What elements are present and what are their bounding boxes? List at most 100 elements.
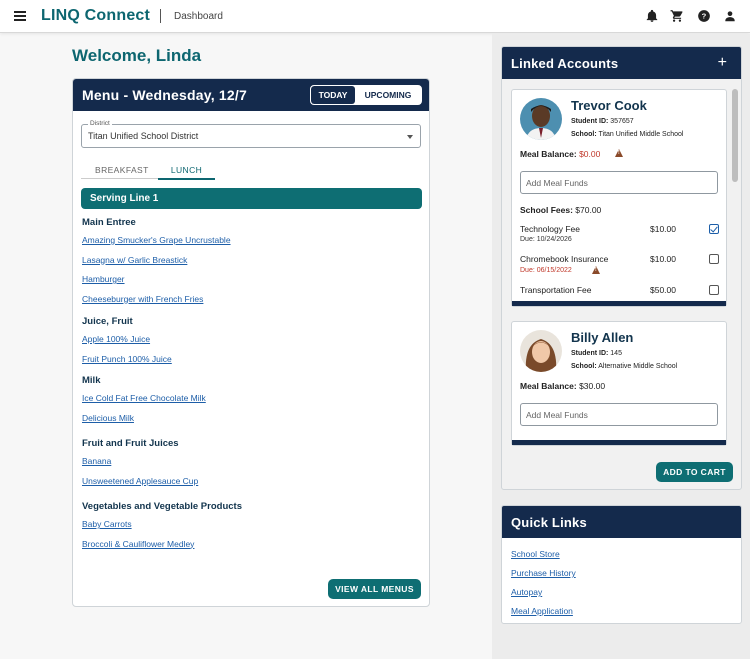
fee-amount: $50.00 <box>650 285 676 295</box>
add-account-icon[interactable]: + <box>718 54 727 72</box>
meal-balance-amount: $0.00 <box>579 149 601 159</box>
cart-icon[interactable] <box>670 9 684 23</box>
district-value: Titan Unified School District <box>88 131 199 141</box>
menu-item-link[interactable]: Cheeseburger with French Fries <box>82 294 203 304</box>
svg-text:?: ? <box>702 12 707 21</box>
quick-links-header: Quick Links <box>502 506 741 538</box>
add-meal-funds-field[interactable] <box>521 404 717 425</box>
add-to-cart-button[interactable]: ADD TO CART <box>656 462 733 482</box>
school-fees: School Fees: $70.00 <box>520 205 601 215</box>
fee-amount: $10.00 <box>650 254 676 264</box>
student-school-line: School: Alternative Middle School <box>571 363 677 370</box>
tab-breakfast[interactable]: BREAKFAST <box>95 165 149 175</box>
menu-item-link[interactable]: Lasagna w/ Garlic Breastick <box>82 255 187 265</box>
school-fees-label: School Fees: <box>520 205 573 215</box>
meal-balance-label: Meal Balance: <box>520 381 577 391</box>
toggle-today[interactable]: TODAY <box>311 86 355 104</box>
menu-icon[interactable] <box>14 11 26 21</box>
district-select[interactable]: District Titan Unified School District <box>81 120 421 148</box>
menu-section-title: Main Entree <box>82 217 136 228</box>
student-card: Trevor Cook Student ID: 357657 School: T… <box>511 89 727 307</box>
fee-amount: $10.00 <box>650 224 676 234</box>
brand-divider <box>160 9 161 23</box>
warning-icon <box>615 149 623 157</box>
menu-title: Menu - Wednesday, 12/7 <box>82 87 247 103</box>
student-id-line: Student ID: 145 <box>571 350 622 357</box>
menu-item-link[interactable]: Amazing Smucker's Grape Uncrustable <box>82 235 231 245</box>
student-school-line: School: Titan Unified Middle School <box>571 131 683 138</box>
fee-checkbox[interactable] <box>709 224 719 234</box>
student-school-label: School: <box>571 131 597 138</box>
school-fees-total: $70.00 <box>575 205 602 215</box>
quick-links-title: Quick Links <box>511 515 587 530</box>
meal-tabs: BREAKFAST LUNCH <box>81 165 215 180</box>
linked-accounts-title: Linked Accounts <box>511 56 619 71</box>
menu-section-title: Fruit and Fruit Juices <box>82 438 179 449</box>
scrollbar-thumb[interactable] <box>732 89 738 182</box>
user-icon[interactable] <box>723 9 737 23</box>
quick-links-card: Quick Links School Store Purchase Histor… <box>501 505 742 624</box>
student-school: Titan Unified Middle School <box>598 131 684 138</box>
menu-section-title: Vegetables and Vegetable Products <box>82 501 242 512</box>
top-bar: LINQ Connect Dashboard ? <box>0 0 750 33</box>
tab-lunch[interactable]: LUNCH <box>158 165 215 180</box>
add-meal-funds-input[interactable] <box>520 171 718 194</box>
add-meal-funds-field[interactable] <box>521 172 717 193</box>
menu-item-link[interactable]: Broccoli & Cauliflower Medley <box>82 539 194 549</box>
view-all-menus-button[interactable]: VIEW ALL MENUS <box>328 579 421 599</box>
fee-name: Transportation Fee <box>520 285 592 295</box>
fee-name: Chromebook Insurance <box>520 254 609 264</box>
menu-item-link[interactable]: Fruit Punch 100% Juice <box>82 354 172 364</box>
quick-link-purchase-history[interactable]: Purchase History <box>511 568 576 578</box>
quick-link-autopay[interactable]: Autopay <box>511 587 542 597</box>
help-icon[interactable]: ? <box>697 9 711 23</box>
student-card-footer-bar <box>512 301 726 306</box>
serving-line-header: Serving Line 1 <box>81 188 422 209</box>
meal-balance-label: Meal Balance: <box>520 149 577 159</box>
breadcrumb: Dashboard <box>174 11 223 22</box>
menu-item-link[interactable]: Apple 100% Juice <box>82 334 150 344</box>
meal-balance: Meal Balance: $0.00 <box>520 149 600 159</box>
quick-link-meal-application[interactable]: Meal Application <box>511 606 573 616</box>
meal-balance: Meal Balance: $30.00 <box>520 381 605 391</box>
student-id: 357657 <box>610 118 634 125</box>
toggle-upcoming[interactable]: UPCOMING <box>355 86 421 104</box>
caret-down-icon <box>407 135 413 139</box>
student-name: Trevor Cook <box>571 98 647 113</box>
menu-item-link[interactable]: Ice Cold Fat Free Chocolate Milk <box>82 393 206 403</box>
day-toggle: TODAY UPCOMING <box>310 85 422 105</box>
students-scroll-area[interactable]: Trevor Cook Student ID: 357657 School: T… <box>502 79 741 455</box>
welcome-heading: Welcome, Linda <box>72 46 202 65</box>
menu-item-link[interactable]: Banana <box>82 456 111 466</box>
add-meal-funds-input[interactable] <box>520 403 718 426</box>
student-id-line: Student ID: 357657 <box>571 118 634 125</box>
student-school-label: School: <box>571 363 597 370</box>
menu-item-link[interactable]: Baby Carrots <box>82 519 132 529</box>
linked-accounts-card: Linked Accounts + Trevor Cook Student ID… <box>501 46 742 490</box>
student-card-footer-bar <box>512 440 726 445</box>
student-card: Billy Allen Student ID: 145 School: Alte… <box>511 321 727 446</box>
quick-link-school-store[interactable]: School Store <box>511 549 560 559</box>
menu-item-link[interactable]: Hamburger <box>82 274 125 284</box>
student-avatar <box>520 98 562 140</box>
warning-icon <box>592 266 600 274</box>
menu-item-link[interactable]: Unsweetened Applesauce Cup <box>82 476 198 486</box>
brand-logo[interactable]: LINQ Connect <box>41 7 150 25</box>
student-school: Alternative Middle School <box>598 363 678 370</box>
menu-header: Menu - Wednesday, 12/7 TODAY UPCOMING <box>73 79 429 111</box>
menu-section-title: Juice, Fruit <box>82 316 133 327</box>
fee-name: Technology Fee <box>520 224 581 234</box>
bell-icon[interactable] <box>645 9 659 23</box>
student-id: 145 <box>610 350 622 357</box>
menu-item-link[interactable]: Delicious Milk <box>82 413 134 423</box>
district-label: District <box>88 120 112 127</box>
linked-accounts-header: Linked Accounts + <box>502 47 741 79</box>
menu-card: Menu - Wednesday, 12/7 TODAY UPCOMING Di… <box>72 78 430 607</box>
student-avatar <box>520 330 562 372</box>
student-name: Billy Allen <box>571 330 634 345</box>
meal-balance-amount: $30.00 <box>579 381 606 391</box>
fee-checkbox[interactable] <box>709 254 719 264</box>
fee-due: Due: 06/15/2022 <box>520 267 572 274</box>
fee-checkbox[interactable] <box>709 285 719 295</box>
student-id-label: Student ID: <box>571 350 609 357</box>
